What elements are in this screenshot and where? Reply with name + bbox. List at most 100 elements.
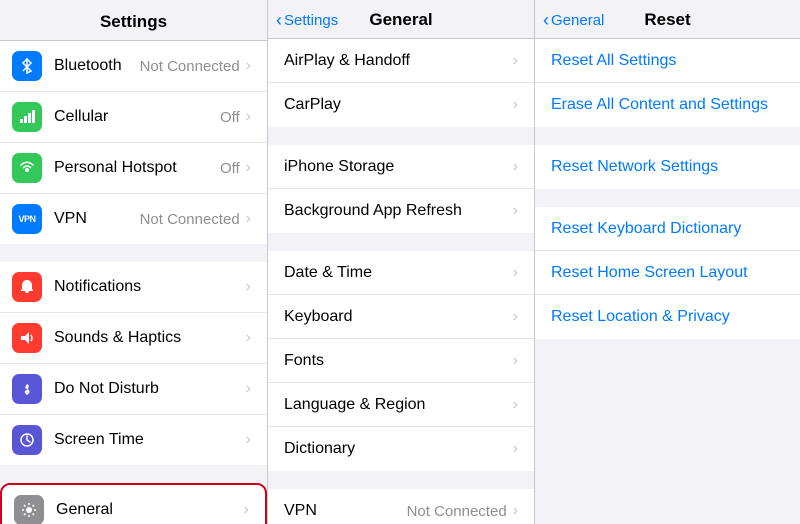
sidebar-item-cellular[interactable]: Cellular Off › — [0, 92, 267, 143]
right-header: ‹ General Reset — [535, 0, 800, 39]
left-group-3: General › Control Center › — [0, 483, 267, 524]
middle-group-2: iPhone Storage › Background App Refresh … — [268, 145, 534, 233]
left-panel: Settings Bluetooth Not Connected › — [0, 0, 268, 524]
airplay-label: AirPlay & Handoff — [284, 52, 513, 70]
mid-vpn-value: Not Connected — [407, 503, 507, 520]
cellular-icon — [12, 102, 42, 132]
screentime-chevron: › — [246, 431, 251, 449]
right-item-resethome[interactable]: Reset Home Screen Layout — [535, 251, 800, 295]
middle-item-keyboard[interactable]: Keyboard › — [268, 295, 534, 339]
cellular-value: Off — [220, 109, 240, 126]
vpn-chevron: › — [246, 210, 251, 228]
fonts-chevron: › — [513, 352, 518, 370]
resetlocation-label: Reset Location & Privacy — [551, 308, 784, 326]
sounds-chevron: › — [246, 329, 251, 347]
middle-title: General — [369, 10, 432, 30]
right-item-resetall[interactable]: Reset All Settings — [535, 39, 800, 83]
right-gap-2 — [535, 189, 800, 207]
middle-back-button[interactable]: ‹ Settings — [276, 10, 338, 31]
right-gap-1 — [535, 127, 800, 145]
general-label: General — [56, 501, 244, 519]
middle-item-storage[interactable]: iPhone Storage › — [268, 145, 534, 189]
dictionary-label: Dictionary — [284, 440, 513, 458]
datetime-chevron: › — [513, 264, 518, 282]
sidebar-item-general[interactable]: General › — [0, 483, 267, 524]
dnd-icon — [12, 374, 42, 404]
resethome-label: Reset Home Screen Layout — [551, 264, 784, 282]
vpn-icon: VPN — [12, 204, 42, 234]
sidebar-item-bluetooth[interactable]: Bluetooth Not Connected › — [0, 41, 267, 92]
middle-item-carplay[interactable]: CarPlay › — [268, 83, 534, 127]
middle-group-3: Date & Time › Keyboard › Fonts › Languag… — [268, 251, 534, 471]
hotspot-label: Personal Hotspot — [54, 159, 220, 177]
middle-item-bgrefresh[interactable]: Background App Refresh › — [268, 189, 534, 233]
middle-item-airplay[interactable]: AirPlay & Handoff › — [268, 39, 534, 83]
middle-group-4: VPN Not Connected › — [268, 489, 534, 524]
right-item-resetlocation[interactable]: Reset Location & Privacy — [535, 295, 800, 339]
language-chevron: › — [513, 396, 518, 414]
mid-vpn-label: VPN — [284, 502, 407, 520]
resetall-label: Reset All Settings — [551, 52, 784, 70]
vpn-label: VPN — [54, 210, 140, 228]
keyboard-label: Keyboard — [284, 308, 513, 326]
resetkeyboard-label: Reset Keyboard Dictionary — [551, 220, 784, 238]
keyboard-chevron: › — [513, 308, 518, 326]
general-chevron: › — [244, 501, 249, 519]
right-item-resetkeyboard[interactable]: Reset Keyboard Dictionary — [535, 207, 800, 251]
carplay-label: CarPlay — [284, 96, 513, 114]
middle-gap-3 — [268, 471, 534, 489]
middle-item-datetime[interactable]: Date & Time › — [268, 251, 534, 295]
sidebar-item-notifications[interactable]: Notifications › — [0, 262, 267, 313]
middle-item-fonts[interactable]: Fonts › — [268, 339, 534, 383]
middle-item-vpn[interactable]: VPN Not Connected › — [268, 489, 534, 524]
right-title: Reset — [644, 10, 690, 30]
dnd-label: Do Not Disturb — [54, 380, 246, 398]
bluetooth-value: Not Connected — [140, 58, 240, 75]
left-scroll: Bluetooth Not Connected › Cellular Off › — [0, 41, 267, 524]
hotspot-chevron: › — [246, 159, 251, 177]
right-item-eraseall[interactable]: Erase All Content and Settings — [535, 83, 800, 127]
airplay-chevron: › — [513, 52, 518, 70]
middle-header: ‹ Settings General — [268, 0, 534, 39]
right-group-2: Reset Network Settings — [535, 145, 800, 189]
datetime-label: Date & Time — [284, 264, 513, 282]
bluetooth-label: Bluetooth — [54, 57, 140, 75]
storage-chevron: › — [513, 158, 518, 176]
sidebar-item-vpn[interactable]: VPN VPN Not Connected › — [0, 194, 267, 244]
sounds-label: Sounds & Haptics — [54, 329, 246, 347]
middle-gap-1 — [268, 127, 534, 145]
vpn-value: Not Connected — [140, 211, 240, 228]
right-back-button[interactable]: ‹ General — [543, 10, 604, 31]
eraseall-label: Erase All Content and Settings — [551, 96, 784, 114]
middle-item-language[interactable]: Language & Region › — [268, 383, 534, 427]
middle-item-dictionary[interactable]: Dictionary › — [268, 427, 534, 471]
general-icon — [14, 495, 44, 524]
right-scroll: Reset All Settings Erase All Content and… — [535, 39, 800, 524]
middle-group-1: AirPlay & Handoff › CarPlay › — [268, 39, 534, 127]
right-item-resetnetwork[interactable]: Reset Network Settings — [535, 145, 800, 189]
dictionary-chevron: › — [513, 440, 518, 458]
sounds-icon — [12, 323, 42, 353]
storage-label: iPhone Storage — [284, 158, 513, 176]
left-group-2: Notifications › Sounds & Haptics › — [0, 262, 267, 465]
hotspot-icon — [12, 153, 42, 183]
right-group-3: Reset Keyboard Dictionary Reset Home Scr… — [535, 207, 800, 339]
bgrefresh-chevron: › — [513, 202, 518, 220]
left-gap-2 — [0, 465, 267, 483]
notifications-icon — [12, 272, 42, 302]
notifications-label: Notifications — [54, 278, 246, 296]
right-back-chevron-icon: ‹ — [543, 10, 549, 31]
sidebar-item-screentime[interactable]: Screen Time › — [0, 415, 267, 465]
mid-vpn-chevron: › — [513, 502, 518, 520]
language-label: Language & Region — [284, 396, 513, 414]
cellular-chevron: › — [246, 108, 251, 126]
sidebar-item-donotdisturb[interactable]: Do Not Disturb › — [0, 364, 267, 415]
middle-back-label: Settings — [284, 12, 338, 29]
fonts-label: Fonts — [284, 352, 513, 370]
back-chevron-icon: ‹ — [276, 10, 282, 31]
right-group-1: Reset All Settings Erase All Content and… — [535, 39, 800, 127]
sidebar-item-hotspot[interactable]: Personal Hotspot Off › — [0, 143, 267, 194]
carplay-chevron: › — [513, 96, 518, 114]
sidebar-item-sounds[interactable]: Sounds & Haptics › — [0, 313, 267, 364]
left-header: Settings — [0, 0, 267, 41]
